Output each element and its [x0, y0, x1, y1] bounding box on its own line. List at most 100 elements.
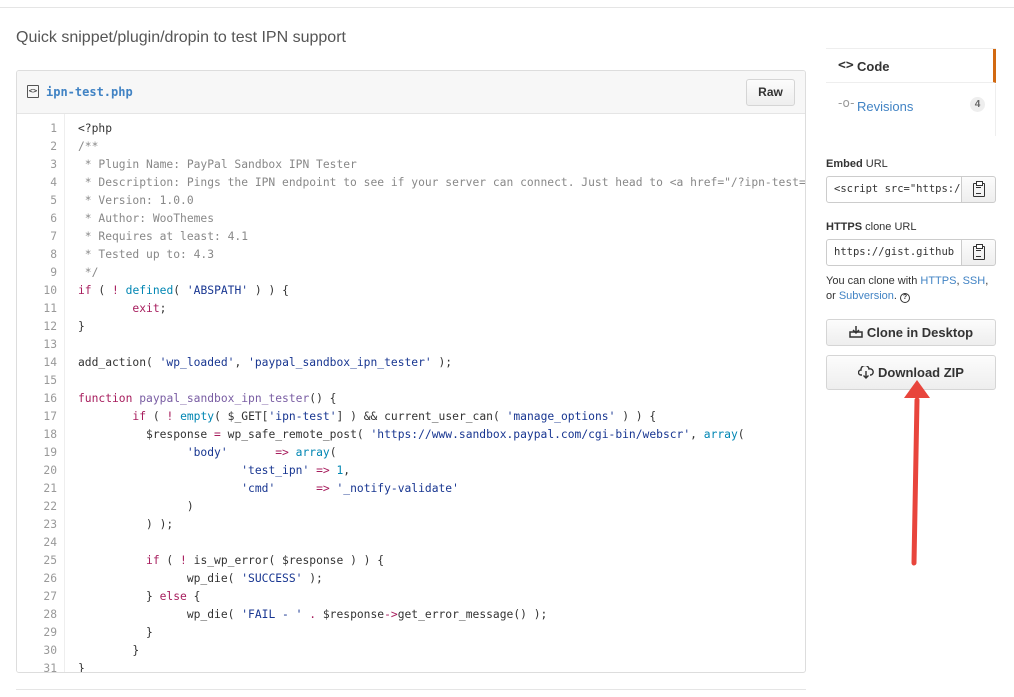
- clone-in-desktop-button[interactable]: Clone in Desktop: [826, 319, 996, 346]
- code-text: function paypal_sandbox_ipn_tester() {: [78, 392, 337, 405]
- help-icon[interactable]: ?: [900, 293, 911, 303]
- clipboard-icon: [973, 244, 985, 260]
- line-number: 27: [43, 590, 57, 603]
- revisions-icon: -o-: [838, 96, 855, 110]
- code-line: 21 'cmd' => '_notify-validate': [17, 480, 805, 498]
- embed-label-rest: URL: [862, 158, 888, 170]
- embed-url-input[interactable]: <script src="https:/: [826, 176, 962, 203]
- code-text: /**: [78, 140, 99, 153]
- nav-revisions-label: Revisions: [857, 99, 914, 114]
- code-line: 6 * Author: WooThemes: [17, 210, 805, 228]
- line-number: 8: [50, 248, 57, 261]
- code-text: ) );: [78, 518, 174, 531]
- embed-copy-button[interactable]: [961, 176, 996, 203]
- code-line: 16 function paypal_sandbox_ipn_tester() {: [17, 390, 805, 408]
- line-number: 1: [50, 122, 57, 135]
- code-line: 18 $response = wp_safe_remote_post( 'htt…: [17, 426, 805, 444]
- code-line: 14 add_action( 'wp_loaded', 'paypal_sandb…: [17, 354, 805, 372]
- code-text: * Requires at least: 4.1: [78, 230, 249, 243]
- line-number: 9: [50, 266, 57, 279]
- clone-https-link[interactable]: HTTPS: [920, 275, 956, 287]
- clone-help-comma2: ,: [985, 275, 989, 287]
- download-zip-label: Download ZIP: [878, 365, 964, 380]
- code-line: 22 ): [17, 498, 805, 516]
- line-number: 28: [43, 608, 57, 621]
- file-name-link[interactable]: ipn-test.php: [46, 85, 133, 99]
- code-text: add_action( 'wp_loaded', 'paypal_sandbox…: [78, 356, 453, 369]
- code-text: wp_die( 'SUCCESS' );: [78, 572, 323, 585]
- clone-help-text: You can clone with HTTPS, SSH, or Subver…: [826, 274, 996, 304]
- code-line: 19 'body' => array(: [17, 444, 805, 462]
- desktop-download-icon: [849, 321, 863, 346]
- line-number: 6: [50, 212, 57, 225]
- code-icon: <>: [838, 58, 854, 73]
- clone-subversion-link[interactable]: Subversion: [839, 290, 894, 302]
- embed-url-group: <script src="https:/: [826, 176, 996, 203]
- code-line: 13: [17, 336, 805, 354]
- line-number: 4: [50, 176, 57, 189]
- embed-url-label: Embed URL: [826, 158, 888, 170]
- clone-help-prefix: You can clone with: [826, 275, 921, 287]
- code-text: * Version: 1.0.0: [78, 194, 194, 207]
- code-line: 8 * Tested up to: 4.3: [17, 246, 805, 264]
- line-number: 20: [43, 464, 57, 477]
- line-number: 25: [43, 554, 57, 567]
- clone-url-input[interactable]: https://gist.github: [826, 239, 962, 266]
- clone-url-group: https://gist.github: [826, 239, 996, 266]
- code-file-icon: <>: [27, 85, 39, 98]
- revisions-count-badge: 4: [970, 97, 985, 112]
- code-line: 7 * Requires at least: 4.1: [17, 228, 805, 246]
- raw-button[interactable]: Raw: [746, 79, 795, 106]
- download-zip-button[interactable]: Download ZIP: [826, 355, 996, 390]
- nav-item-revisions[interactable]: -o- Revisions 4: [826, 84, 996, 136]
- code-line: 3 * Plugin Name: PayPal Sandbox IPN Test…: [17, 156, 805, 174]
- line-number: 2: [50, 140, 57, 153]
- bottom-divider: [16, 689, 806, 690]
- clone-label-bold: HTTPS: [826, 221, 863, 233]
- code-text: if ( ! is_wp_error( $response ) ) {: [146, 554, 385, 567]
- gist-nav: <> Code -o- Revisions 4: [826, 48, 996, 136]
- code-text: } else {: [78, 590, 201, 603]
- code-line: 17 if ( ! empty( $_GET['ipn-test'] ) && …: [17, 408, 805, 426]
- line-number: 13: [43, 338, 57, 351]
- line-number: 16: [43, 392, 57, 405]
- code-text: if ( ! defined( 'ABSPATH' ) ) {: [78, 284, 289, 297]
- code-text: * Tested up to: 4.3: [78, 248, 215, 261]
- code-line: 28 wp_die( 'FAIL - ' . $response->get_er…: [17, 606, 805, 624]
- line-number: 17: [43, 410, 57, 423]
- code-view: 1 <?php 2 /** 3 * Plugin Name: PayPal Sandbo…: [17, 114, 805, 673]
- code-line: 4 * Description: Pings the IPN endpoint …: [17, 174, 805, 192]
- code-line: 29 }: [17, 624, 805, 642]
- line-number: 19: [43, 446, 57, 459]
- file-header: <> ipn-test.php Raw: [17, 71, 805, 114]
- line-number: 29: [43, 626, 57, 639]
- code-text: $response = wp_safe_remote_post( 'https:…: [78, 428, 745, 441]
- top-divider: [0, 7, 1014, 8]
- code-text: }: [78, 626, 153, 639]
- code-text: 'test_ipn' => 1,: [241, 464, 351, 477]
- clone-ssh-link[interactable]: SSH: [963, 275, 986, 287]
- line-number: 30: [43, 644, 57, 657]
- code-line: 26 wp_die( 'SUCCESS' );: [17, 570, 805, 588]
- code-line: 5 * Version: 1.0.0: [17, 192, 805, 210]
- nav-item-code[interactable]: <> Code: [826, 49, 996, 83]
- code-line: 2 /**: [17, 138, 805, 156]
- clone-copy-button[interactable]: [961, 239, 996, 266]
- line-number: 31: [43, 662, 57, 673]
- nav-code-label: Code: [857, 59, 890, 74]
- code-line: 12}: [17, 318, 805, 336]
- code-line: 23 ) );: [17, 516, 805, 534]
- line-number: 15: [43, 374, 57, 387]
- clone-help-or: or: [826, 290, 839, 302]
- code-text: * Author: WooThemes: [78, 212, 215, 225]
- code-line: 27 } else {: [17, 588, 805, 606]
- code-text: exit;: [132, 302, 167, 315]
- code-text: }: [78, 644, 140, 657]
- line-number: 10: [43, 284, 57, 297]
- line-number: 26: [43, 572, 57, 585]
- cloud-download-icon: [857, 357, 874, 390]
- clone-label-rest: clone URL: [862, 221, 917, 233]
- line-number: 22: [43, 500, 57, 513]
- code-line: 20 'test_ipn' => 1,: [17, 462, 805, 480]
- code-text: */: [78, 266, 99, 279]
